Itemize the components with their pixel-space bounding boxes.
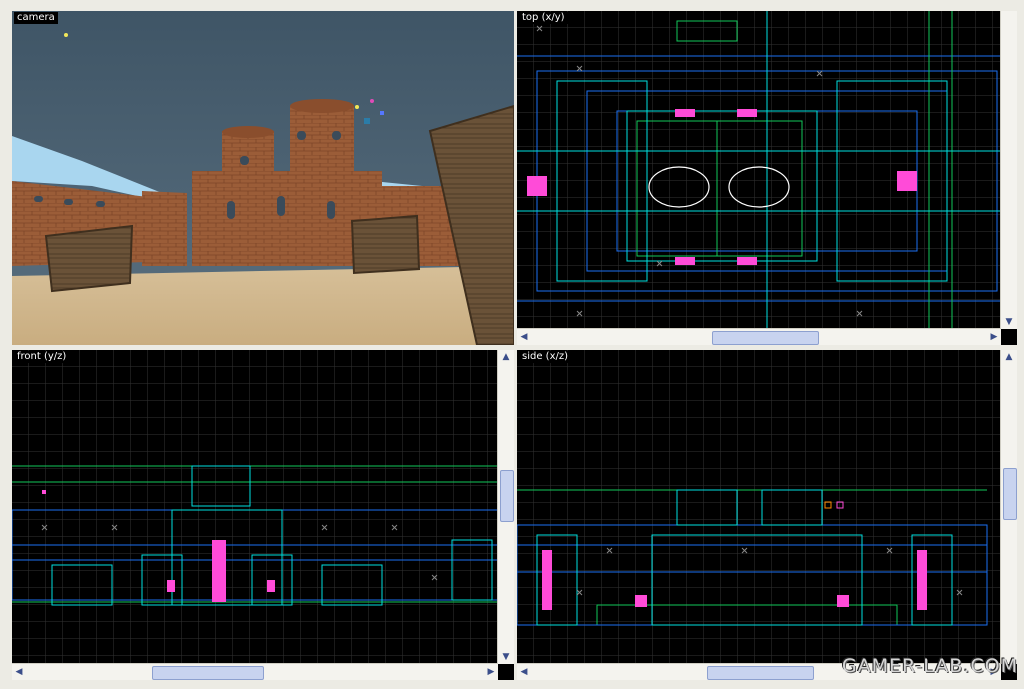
top-view-grid xyxy=(517,11,1017,329)
front-viewport-hscroll-thumb[interactable] xyxy=(152,666,264,680)
front-viewport-vscrollbar[interactable]: ▲ ▼ xyxy=(497,350,514,664)
top-viewport-hscrollbar[interactable]: ◀ ▶ xyxy=(517,328,1001,345)
side-viewport[interactable]: side (x/z) ◀ ▶ ▲ xyxy=(517,350,1017,680)
scroll-up-icon[interactable]: ▲ xyxy=(1002,350,1016,364)
camera-viewport-label: camera xyxy=(14,12,58,24)
camera-render xyxy=(12,11,514,345)
editor-window: camera top (x/y) ◀ ▶ ▼ front (y/z) ◀ ▶ ▲… xyxy=(0,0,1024,689)
scroll-right-icon[interactable]: ▶ xyxy=(987,330,1001,344)
side-viewport-vscroll-thumb[interactable] xyxy=(1003,468,1017,520)
top-viewport-hscroll-thumb[interactable] xyxy=(712,331,819,345)
scroll-left-icon[interactable]: ◀ xyxy=(517,330,531,344)
camera-viewport[interactable]: camera xyxy=(12,11,514,345)
top-viewport-vscrollbar[interactable]: ▼ xyxy=(1000,11,1017,329)
side-viewport-vscrollbar[interactable]: ▲ xyxy=(1000,350,1017,664)
watermark-text: GAMER-LAB.COM xyxy=(841,655,1018,677)
side-viewport-hscroll-thumb[interactable] xyxy=(707,666,814,680)
front-viewport[interactable]: front (y/z) ◀ ▶ ▲ ▼ xyxy=(12,350,514,680)
front-viewport-label: front (y/z) xyxy=(14,351,70,363)
scroll-down-icon[interactable]: ▼ xyxy=(499,650,513,664)
side-viewport-label: side (x/z) xyxy=(519,351,572,363)
top-viewport-label: top (x/y) xyxy=(519,12,568,24)
scroll-left-icon[interactable]: ◀ xyxy=(12,665,26,679)
front-view-grid xyxy=(12,350,498,664)
side-view-grid xyxy=(517,350,1001,664)
scroll-down-icon[interactable]: ▼ xyxy=(1002,315,1016,329)
scroll-left-icon[interactable]: ◀ xyxy=(517,665,531,679)
top-viewport[interactable]: top (x/y) ◀ ▶ ▼ xyxy=(517,11,1017,345)
front-viewport-vscroll-thumb[interactable] xyxy=(500,470,514,522)
scroll-right-icon[interactable]: ▶ xyxy=(484,665,498,679)
scroll-up-icon[interactable]: ▲ xyxy=(499,350,513,364)
front-viewport-hscrollbar[interactable]: ◀ ▶ xyxy=(12,663,498,680)
